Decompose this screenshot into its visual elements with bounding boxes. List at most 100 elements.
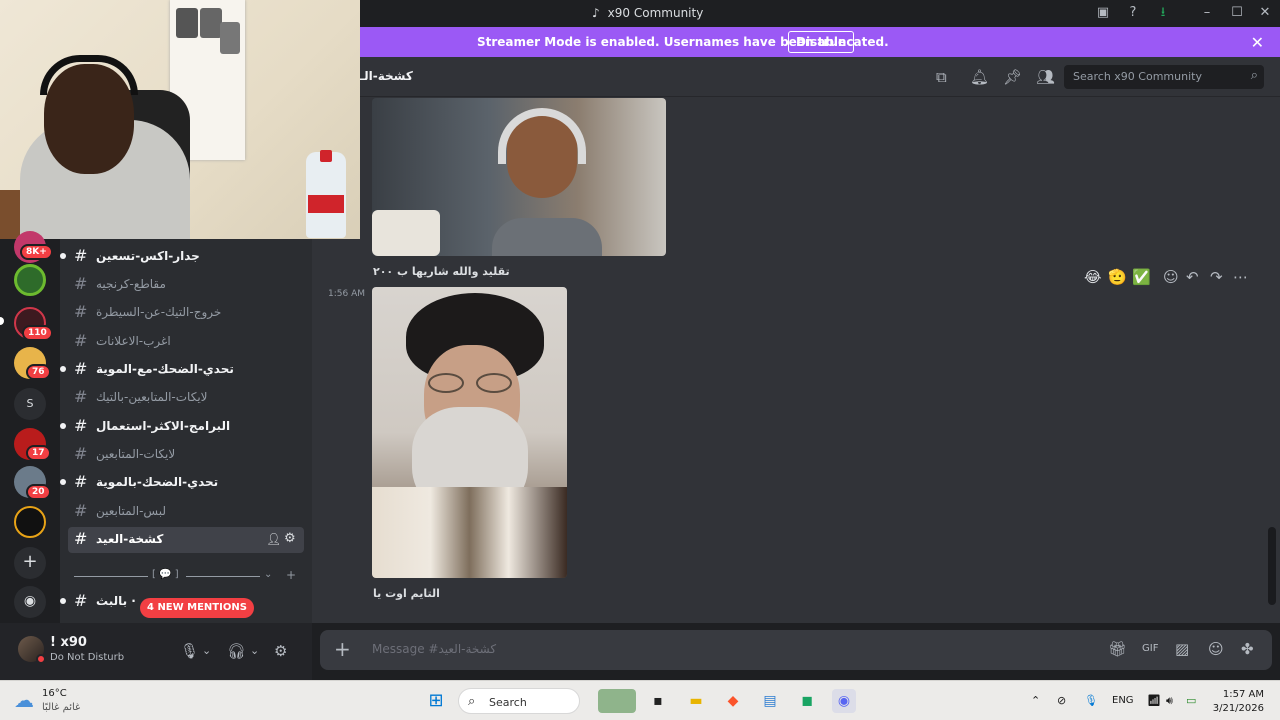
hash-icon: # [74,501,88,520]
hash-icon: # [74,302,88,321]
microphone-icon[interactable]: 🎙︎ [180,642,199,660]
channel-item[interactable]: # تحدي-الضحك-مع-الموية [60,357,304,383]
channel-settings-icon[interactable]: ⚙ [284,531,296,546]
invite-icon[interactable]: 👤︎ [266,532,281,546]
server-icon-8[interactable] [14,506,46,538]
channel-item[interactable]: # لبس-المتابعين [68,499,304,525]
category-header[interactable]: [ 💬 ] ⌄ + [74,568,304,585]
image-attachment-2[interactable] [372,287,567,578]
discord-logo-icon: ♪ [592,6,600,20]
reaction-laugh[interactable]: 😂 [1084,268,1102,286]
forward-icon[interactable]: ↷ [1210,268,1223,286]
minimize-icon[interactable]: – [1198,5,1216,21]
webcam-overlay [0,0,360,239]
hash-icon: # [74,472,88,491]
close-banner-icon[interactable]: ✕ [1251,33,1264,52]
shield-icon[interactable]: ⊘ [1057,694,1066,707]
add-reaction-icon[interactable]: ☺ [1163,268,1179,286]
window-title: ♪ x90 Community [592,6,704,20]
clock-date: 3/21/2026 [1212,703,1264,714]
clock[interactable]: 1:57 AM 3/21/2026 [1213,688,1264,716]
hash-icon: # [74,529,88,548]
language-indicator[interactable]: ENG [1112,695,1134,706]
members-icon[interactable]: 👥︎ [1036,68,1055,86]
pin-icon[interactable]: 📌︎ [1003,68,1022,86]
download-icon[interactable]: ⭳ [1154,5,1172,21]
disable-button[interactable]: Disable [788,31,855,53]
bell-icon[interactable]: 🔔︎ [970,68,989,86]
photos-icon[interactable]: ▤ [758,689,782,713]
channel-item[interactable]: # تحدي-الضحك-بالموية [60,470,304,496]
file-explorer-icon[interactable]: ▬ [684,689,708,713]
chevron-down-icon[interactable]: ⌄ [202,644,211,657]
chat-area: تقليد والله شاريها ب ٢٠٠ 1:56 AM التايم … [312,97,1280,623]
chevron-down-icon[interactable]: ⌄ [250,644,259,657]
help-icon[interactable]: ? [1124,5,1142,21]
channel-item[interactable]: # مقاطع-كرنجيه [68,272,304,298]
add-channel-icon[interactable]: + [286,568,296,582]
volume-icon[interactable]: 🔊︎ [1166,694,1173,708]
username: ! x90 [50,635,87,650]
taskbar-search[interactable]: ⌕ Search [458,688,580,714]
server-badge: 8K+ [20,244,53,260]
message-input[interactable]: Message #كشخة-العيد [372,642,496,656]
maximize-icon[interactable]: ☐ [1228,5,1246,21]
hash-icon: # [74,416,88,435]
apps-icon[interactable]: ✤ [1241,640,1254,658]
emoji-icon[interactable]: ☺ [1208,640,1224,658]
message-composer[interactable]: + Message #كشخة-العيد 🎁︎ GIF ▨ ☺ ✤ [320,630,1272,670]
chevron-down-icon: ⌄ [264,569,273,580]
add-attachment-icon[interactable]: + [334,637,351,661]
widgets-icon[interactable] [598,689,636,713]
hash-icon: # [74,331,88,350]
user-panel: ! x90 Do Not Disturb 🎙︎ ⌄ 🎧︎ ⌄ ⚙ [0,623,312,680]
channel-item[interactable]: # جدار-اكس-تسعين [60,244,304,270]
search-input[interactable]: Search x90 Community ⌕ [1064,65,1264,89]
inbox-icon[interactable]: ▣ [1094,5,1112,21]
unread-pill [0,317,4,325]
channel-item[interactable]: # لايكات-المتابعين [68,442,304,468]
channel-item[interactable]: # خروج-التيك-عن-السيطرة [68,300,304,326]
category-label: [ 💬 ] [152,569,179,580]
headphones-icon[interactable]: 🎧︎ [227,642,246,660]
channel-item[interactable]: # لايكات-المتابعين-بالتيك [68,385,304,411]
wifi-icon[interactable]: 📶︎ [1147,694,1161,707]
taskbar-search-label: Search [489,696,527,709]
windows-taskbar: ☁ 16°C غائم غالبًا ⊞ ⌕ Search ▪ ▬ ◆ ▤ ◼ … [0,680,1280,720]
image-attachment-1[interactable] [372,98,666,256]
hash-icon: # [74,444,88,463]
close-window-icon[interactable]: ✕ [1256,5,1274,21]
reaction-salute[interactable]: 🫡 [1108,268,1127,286]
server-icon-2[interactable] [14,264,46,296]
threads-icon[interactable]: ⧉ [936,68,947,86]
gear-icon[interactable]: ⚙ [274,642,287,660]
weather-icon[interactable]: ☁ [14,688,34,712]
battery-icon[interactable]: ▭ [1186,694,1196,707]
discord-taskbar-icon[interactable]: ◉ [832,689,856,713]
channel-item-active[interactable]: # كشخة-العيد 👤︎ ⚙ [68,527,304,553]
add-server-icon[interactable]: + [14,547,46,579]
chevron-up-icon[interactable]: ⌃ [1031,694,1040,707]
hash-icon: # [74,274,88,293]
server-icon-5[interactable]: S [14,388,46,420]
reaction-check[interactable]: ✅ [1132,268,1151,286]
channel-item[interactable]: # اغرب-الاعلانات [68,329,304,355]
start-icon[interactable]: ⊞ [424,689,448,713]
task-view-icon[interactable]: ▪ [646,689,670,713]
sticker-icon[interactable]: ▨ [1175,640,1189,658]
discover-icon[interactable]: ◉ [14,586,46,618]
chat-scrollbar[interactable] [1268,527,1276,605]
channel-header: كشخة-الـ ⧉ 🔔︎ 📌︎ 👥︎ Search x90 Community… [360,57,1280,97]
gift-icon[interactable]: 🎁︎ [1108,640,1127,658]
microphone-tray-icon[interactable]: 🎙︎ [1084,694,1098,707]
message-text-1: تقليد والله شاريها ب ٢٠٠ [373,265,510,278]
gif-icon[interactable]: GIF [1142,643,1158,654]
message-timestamp: 1:56 AM [328,289,365,299]
app-icon[interactable]: ◼ [795,689,819,713]
brave-browser-icon[interactable]: ◆ [721,689,745,713]
more-options-icon[interactable]: ⋯ [1233,268,1248,286]
new-mentions-badge[interactable]: 4 NEW MENTIONS [140,598,254,618]
channel-item[interactable]: # البرامج-الاكثر-استعمال [60,414,304,440]
hash-icon: # [74,359,88,378]
reply-icon[interactable]: ↶ [1186,268,1199,286]
